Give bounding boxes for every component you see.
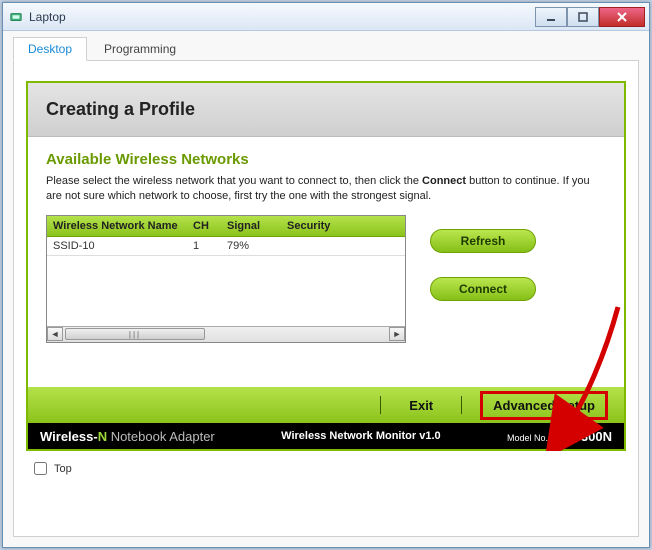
monitor-version: Wireless Network Monitor v1.0 [281,430,440,442]
app-window: Laptop Desktop Programming Creating a Pr… [2,2,650,548]
widget-body: Available Wireless Networks Please selec… [28,137,624,387]
col-name[interactable]: Wireless Network Name [47,216,187,237]
top-checkbox-label: Top [54,463,72,475]
brand-bold: Wireless- [40,429,98,444]
network-table-container: Wireless Network Name CH Signal Security… [46,215,406,343]
tab-panel: Creating a Profile Available Wireless Ne… [13,61,639,537]
table-empty-area [47,256,405,326]
titlebar: Laptop [3,3,649,31]
exit-button[interactable]: Exit [399,394,443,417]
separator [380,396,381,414]
model-value: WPC300N [551,429,612,444]
cell-ch: 1 [187,236,221,255]
footer-bar: Wireless-N Notebook Adapter Wireless Net… [28,423,624,449]
minimize-button[interactable] [535,7,567,27]
scroll-right-icon[interactable]: ► [389,327,405,341]
col-signal[interactable]: Signal [221,216,281,237]
wireless-monitor-widget: Creating a Profile Available Wireless Ne… [26,81,626,451]
scroll-track[interactable]: ||| [63,327,389,341]
advanced-setup-button[interactable]: Advanced Setup [480,391,608,420]
top-checkbox-row: Top [26,451,626,478]
brand-label: Wireless-N Notebook Adapter [40,429,215,444]
brand-rest: Notebook Adapter [107,429,215,444]
horizontal-scrollbar[interactable]: ◄ ||| ► [47,326,405,342]
app-icon [9,10,23,24]
action-bar: Exit Advanced Setup [28,387,624,423]
tab-bar: Desktop Programming [13,37,639,61]
col-ch[interactable]: CH [187,216,221,237]
tab-desktop[interactable]: Desktop [13,37,87,61]
instruction-pre: Please select the wireless network that … [46,175,422,187]
network-table[interactable]: Wireless Network Name CH Signal Security… [47,216,405,256]
close-button[interactable] [599,7,645,27]
side-buttons: Refresh Connect [430,215,536,343]
model-info: Model No. WPC300N [507,429,612,444]
maximize-button[interactable] [567,7,599,27]
separator [461,396,462,414]
col-security[interactable]: Security [281,216,405,237]
top-checkbox[interactable] [34,462,47,475]
model-label: Model No. [507,433,548,443]
tab-programming[interactable]: Programming [89,37,191,60]
cell-signal: 79% [221,236,281,255]
connect-button[interactable]: Connect [430,277,536,301]
section-heading: Available Wireless Networks [46,151,606,168]
table-row[interactable]: SSID-10 1 79% [47,236,405,255]
network-area: Wireless Network Name CH Signal Security… [46,215,606,343]
instruction-text: Please select the wireless network that … [46,174,606,205]
window-title: Laptop [29,10,535,24]
cell-name: SSID-10 [47,236,187,255]
widget-title: Creating a Profile [28,83,624,137]
scroll-left-icon[interactable]: ◄ [47,327,63,341]
brand-n: N [98,429,107,444]
window-buttons [535,7,645,27]
refresh-button[interactable]: Refresh [430,229,536,253]
scroll-thumb[interactable]: ||| [65,328,205,340]
client-area: Desktop Programming Creating a Profile A… [3,31,649,547]
instruction-bold: Connect [422,175,466,187]
cell-security [281,236,405,255]
